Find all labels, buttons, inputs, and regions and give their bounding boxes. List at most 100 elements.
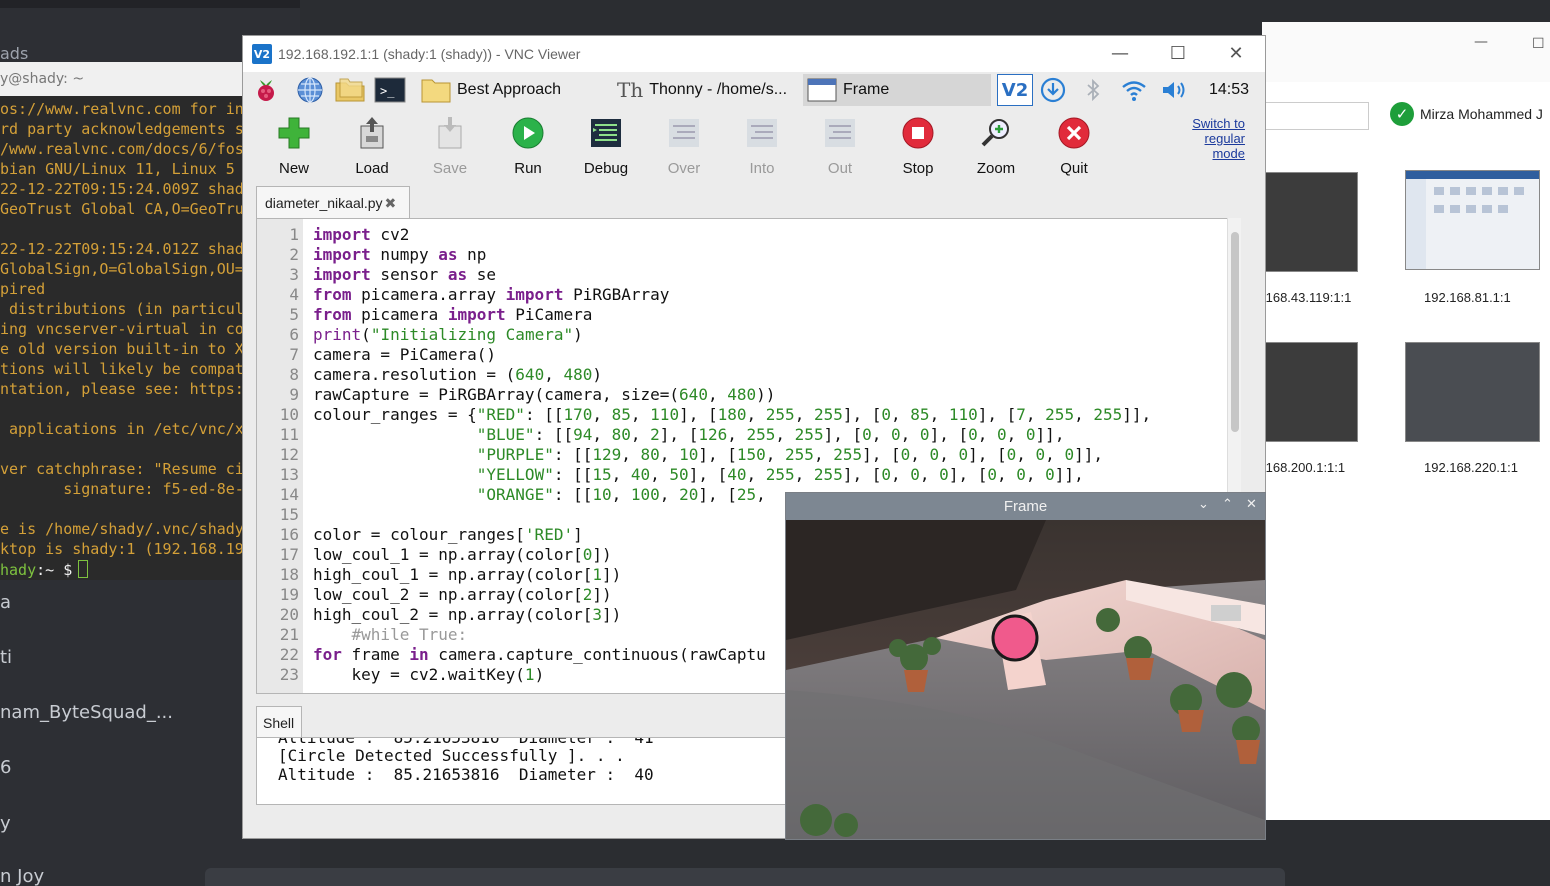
chevron-down-icon[interactable]: ⌄: [1198, 497, 1209, 512]
side-list-item[interactable]: 6: [0, 757, 11, 778]
thumbnail-label: .168.43.119:1:1: [1262, 290, 1352, 305]
code-token: ], [: [842, 405, 882, 424]
load-button[interactable]: Load: [341, 114, 403, 180]
code-line: for frame in camera.capture_continuous(r…: [313, 645, 766, 664]
code-token: 94: [573, 425, 593, 444]
wifi-icon[interactable]: [1119, 77, 1149, 103]
terminal-tab-label[interactable]: ads: [0, 44, 28, 63]
code-line: import numpy as np: [313, 245, 486, 264]
thumbnail-image[interactable]: [1262, 172, 1358, 272]
terminal-icon[interactable]: >_: [373, 77, 407, 103]
code-line: "PURPLE": [[129, 80, 10], [150, 255, 255…: [313, 445, 1103, 464]
maximize-button[interactable]: ☐: [1163, 42, 1193, 66]
code-token: "YELLOW": [476, 465, 554, 484]
code-token: ]],: [1074, 445, 1103, 464]
code-token: 2: [650, 425, 660, 444]
side-list-item[interactable]: n Joy: [0, 866, 44, 886]
explorer-search-input[interactable]: [1262, 102, 1369, 130]
code-token: ]): [602, 565, 622, 584]
code-line: low_coul_1 = np.array(color[0]): [313, 545, 612, 564]
line-number: 18: [279, 565, 299, 584]
load-button-label: Load: [355, 160, 389, 177]
explorer-minimize-button[interactable]: —: [1474, 34, 1488, 50]
debug-button[interactable]: Debug: [575, 114, 637, 180]
thumbnail-image[interactable]: [1405, 342, 1540, 442]
side-list-item[interactable]: a: [0, 592, 11, 613]
code-token: 640: [679, 385, 708, 404]
taskbar-app-thonny[interactable]: Th Thonny - /home/s...: [613, 74, 791, 106]
thumbnail-screenshot-icon: [1406, 171, 1539, 269]
volume-icon[interactable]: [1159, 77, 1189, 103]
run-button[interactable]: Run: [497, 114, 559, 180]
step-into-button[interactable]: Into: [731, 114, 793, 180]
code-token: ): [573, 325, 583, 344]
terminal-line: signature: f5-ed-8e-9: [0, 480, 253, 498]
side-list-item[interactable]: nam_ByteSquad_...: [0, 702, 173, 723]
close-tab-icon[interactable]: ✖: [385, 195, 397, 211]
terminal-line: ing vncserver-virtual in co: [0, 320, 244, 338]
code-token: ]): [592, 545, 612, 564]
code-token: numpy: [370, 245, 439, 264]
code-token: 255: [833, 445, 863, 464]
side-list-item[interactable]: ti: [0, 647, 12, 668]
taskbar-app-frame[interactable]: Frame: [803, 74, 991, 106]
web-browser-globe-icon[interactable]: [295, 77, 325, 103]
editor-tab-diameter-nikaal[interactable]: diameter_nikaal.py ✖: [256, 186, 410, 218]
code-token: : [[: [553, 465, 593, 484]
taskbar-app-label: Thonny - /home/s...: [649, 81, 788, 98]
switch-to-regular-mode-link[interactable]: Switch to regular mode: [1185, 116, 1245, 161]
minimize-button[interactable]: —: [1105, 42, 1135, 66]
save-button[interactable]: Save: [419, 114, 481, 180]
code-token: ,: [746, 405, 766, 424]
code-token: ,: [1016, 445, 1036, 464]
code-token: low_coul_2 = np.array(color[: [313, 585, 583, 604]
zoom-button[interactable]: Zoom: [965, 114, 1027, 180]
side-list-item[interactable]: y: [0, 813, 11, 834]
taskbar-app-best-approach[interactable]: Best Approach: [417, 74, 565, 106]
code-line: low_coul_2 = np.array(color[2]): [313, 585, 612, 604]
vnc-server-icon[interactable]: V2: [997, 74, 1033, 106]
shell-output[interactable]: Altitude : 85.21653816 Diameter : 41 [Ci…: [256, 737, 816, 805]
line-number: 19: [279, 585, 299, 604]
terminal-prompt[interactable]: hady:~ $: [0, 560, 89, 579]
thumbnail-image[interactable]: [1405, 170, 1540, 270]
clock[interactable]: 14:53: [1209, 81, 1249, 99]
step-out-button[interactable]: Out: [809, 114, 871, 180]
raspberry-menu-icon[interactable]: [253, 77, 279, 103]
stop-button-label: Stop: [902, 160, 934, 177]
chevron-up-icon[interactable]: ⌃: [1222, 497, 1233, 512]
download-update-icon[interactable]: [1039, 77, 1067, 103]
close-button[interactable]: ✕: [1221, 42, 1251, 66]
code-token: ,: [659, 485, 680, 504]
shell-line: [Circle Detected Successfully ]. . .: [278, 746, 625, 765]
file-manager-folder-icon[interactable]: [333, 77, 367, 103]
stop-button[interactable]: Stop: [887, 114, 949, 180]
shell-tab[interactable]: Shell: [256, 706, 302, 737]
code-token: import: [505, 285, 564, 304]
editor-scrollbar-thumb[interactable]: [1231, 232, 1239, 432]
line-number: 2: [289, 245, 299, 264]
code-token: 2: [582, 585, 593, 604]
vnc-window-title: 192.168.192.1:1 (shady:1 (shady)) - VNC …: [278, 46, 581, 62]
bluetooth-icon[interactable]: [1081, 77, 1105, 103]
explorer-maximize-button[interactable]: ☐: [1532, 36, 1545, 52]
code-token: ,: [939, 445, 959, 464]
code-token: ): [592, 365, 603, 384]
code-token: ]],: [1122, 405, 1152, 424]
explorer-titlebar: — ☐: [1262, 22, 1550, 82]
host-taskbar: [205, 868, 1285, 886]
step-out-button-label: Out: [827, 160, 853, 177]
close-icon[interactable]: ✕: [1246, 497, 1257, 512]
code-token: ,: [900, 425, 920, 444]
step-over-button[interactable]: Over: [653, 114, 715, 180]
new-button[interactable]: New: [263, 114, 325, 180]
code-token: ,: [611, 465, 631, 484]
code-token: high_coul_1 = np.array(color[: [313, 565, 593, 584]
quit-button[interactable]: Quit: [1043, 114, 1105, 180]
line-number: 8: [289, 365, 299, 384]
thumbnail-image[interactable]: [1262, 342, 1358, 442]
code-token: 0: [900, 445, 911, 464]
code-token: 255: [813, 465, 843, 484]
